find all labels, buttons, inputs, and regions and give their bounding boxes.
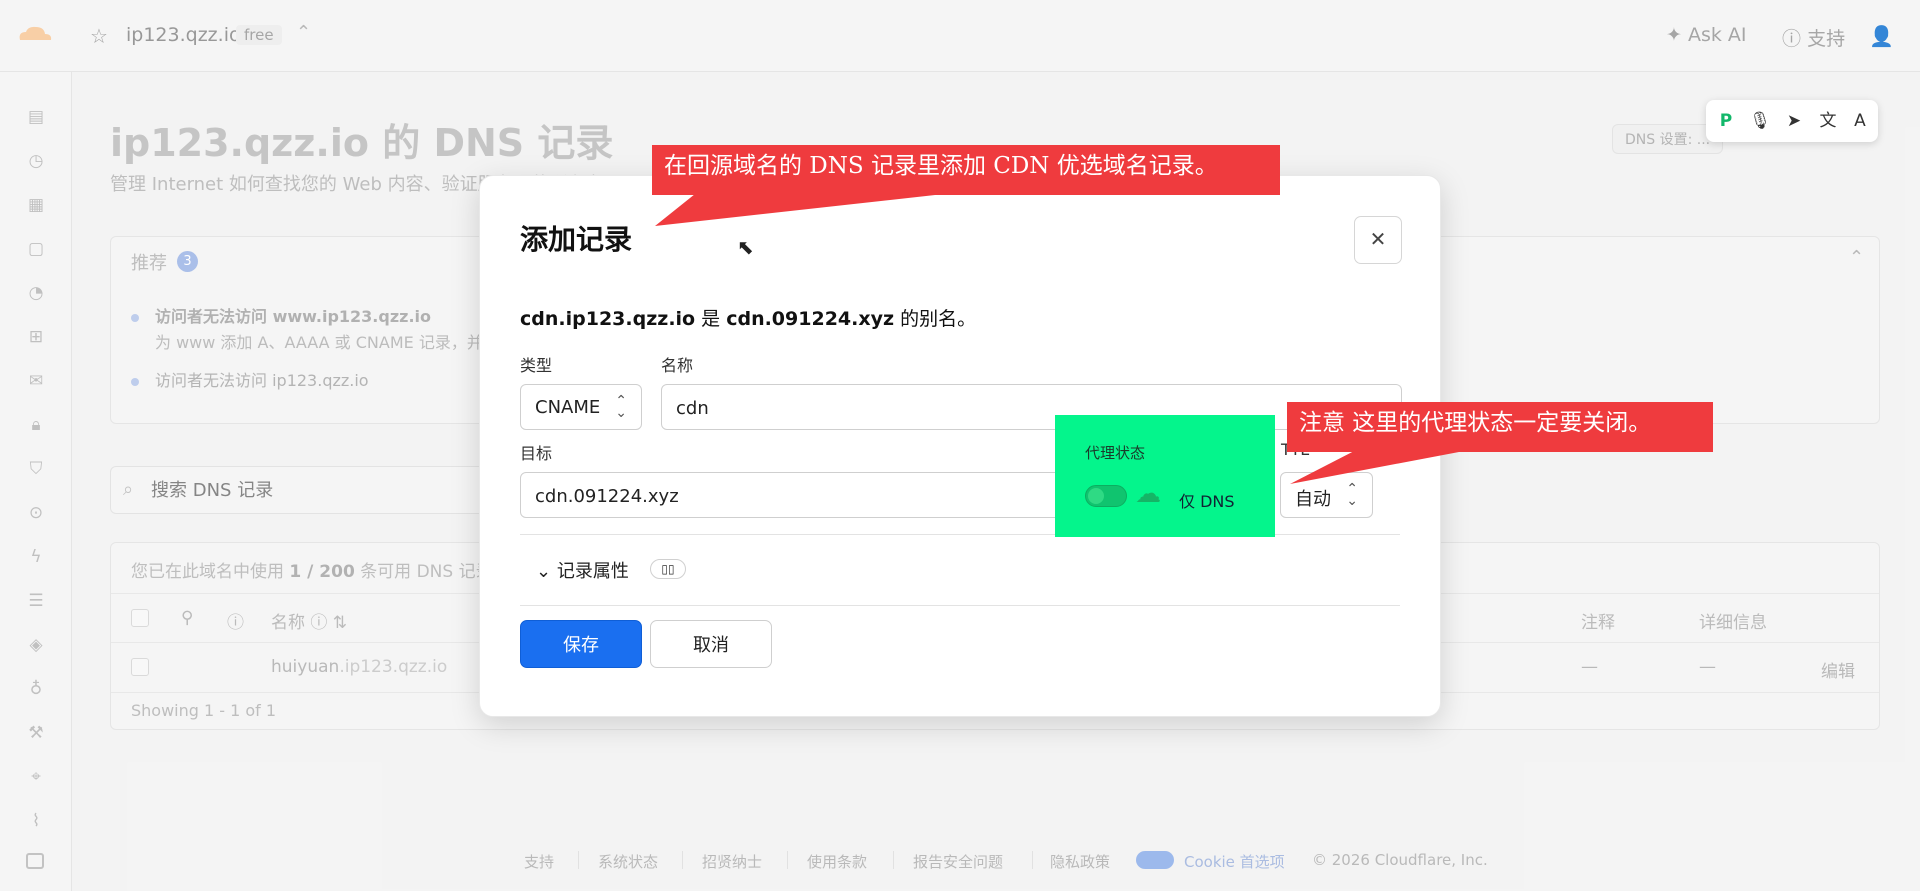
alias-target: cdn.091224.xyz — [726, 308, 895, 330]
type-value: CNAME — [535, 397, 601, 418]
record-properties-label: 记录属性 — [556, 561, 629, 582]
close-button[interactable]: ✕ — [1354, 216, 1402, 264]
save-button[interactable]: 保存 — [520, 620, 642, 668]
record-properties-toggle[interactable]: ⌄ 记录属性 — [536, 557, 629, 583]
chevron-updown-icon: ⌃ ⌄ — [1346, 481, 1358, 509]
extension-toolbar: P 🎙︎ ➤ 文 A — [1706, 100, 1878, 142]
ai-text-icon[interactable]: A — [1848, 110, 1872, 132]
proxy-status-value: 仅 DNS — [1179, 492, 1235, 511]
cloud-icon: ☁ — [1135, 479, 1161, 509]
ttl-value: 自动 — [1295, 489, 1331, 510]
annotation-callout: 注意 这里的代理状态一定要关闭。 — [1287, 402, 1713, 452]
dialog-title: 添加记录 — [520, 223, 633, 256]
alias-source: cdn.ip123.qzz.io — [520, 308, 696, 330]
close-icon: ✕ — [1369, 229, 1387, 251]
target-input[interactable] — [535, 483, 1024, 509]
microphone-icon[interactable]: 🎙︎ — [1748, 110, 1772, 132]
chevron-updown-icon: ⌃ ⌄ — [615, 393, 627, 421]
mouse-cursor-icon: ⬉ — [737, 235, 754, 259]
target-label: 目标 — [520, 444, 553, 463]
target-field[interactable] — [520, 472, 1065, 518]
ttl-select[interactable]: 自动 ⌃ ⌄ — [1280, 472, 1373, 518]
alias-description: cdn.ip123.qzz.io 是 cdn.091224.xyz 的别名。 — [520, 304, 976, 331]
chevron-down-icon: ⌄ — [536, 561, 552, 582]
send-icon[interactable]: ➤ — [1782, 110, 1806, 132]
translate-icon[interactable]: 文 — [1816, 110, 1840, 132]
type-select[interactable]: CNAME ⌃ ⌄ — [520, 384, 642, 430]
alias-connector: 是 — [695, 308, 727, 330]
alias-suffix: 的别名。 — [894, 308, 977, 330]
name-label: 名称 — [661, 356, 694, 375]
proxy-status-label: 代理状态 — [1085, 444, 1146, 462]
annotation-callout: 在回源域名的 DNS 记录里添加 CDN 优选域名记录。 — [652, 145, 1280, 195]
book-icon[interactable]: ▯▯ — [650, 559, 686, 579]
type-label: 类型 — [520, 356, 553, 375]
proxy-toggle[interactable] — [1085, 485, 1127, 507]
extension-logo-icon[interactable]: P — [1714, 110, 1738, 132]
proxy-status-highlight: 代理状态 ☁ 仅 DNS — [1055, 415, 1275, 537]
cancel-button[interactable]: 取消 — [650, 620, 772, 668]
divider — [520, 605, 1400, 606]
